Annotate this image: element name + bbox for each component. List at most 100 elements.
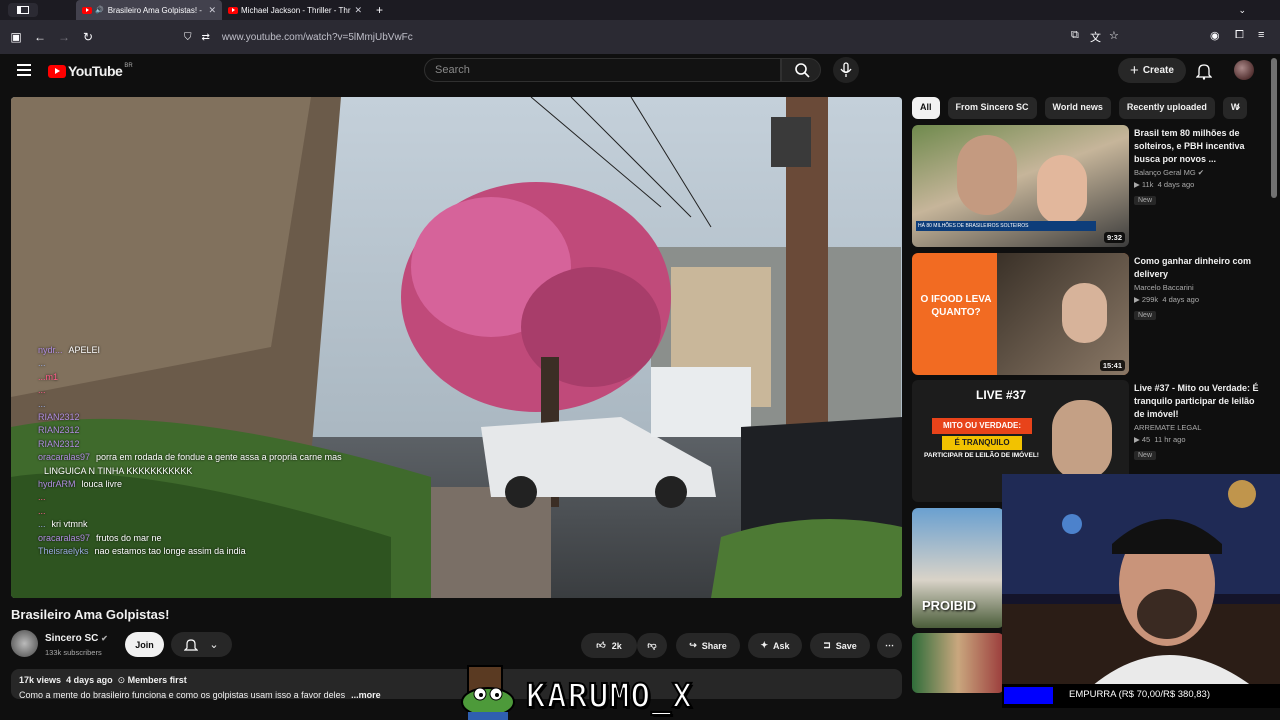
close-tab-icon[interactable]: ✕ bbox=[354, 5, 362, 16]
rec-channel[interactable]: Marcelo Baccarini bbox=[1134, 283, 1194, 292]
search-button[interactable] bbox=[781, 58, 821, 82]
list-item[interactable]: O IFOOD LEVA QUANTO? 15:41 Como ganhar d… bbox=[912, 253, 1272, 375]
youtube-header: YouTube BR Search + Create bbox=[0, 54, 1280, 88]
tab-list-icon[interactable]: ⌄ bbox=[1238, 5, 1246, 16]
address-bar[interactable]: ⛉ ⇄ www.youtube.com/watch?v=5lMmjUbVwFc bbox=[174, 25, 1134, 49]
channel-avatar[interactable] bbox=[11, 630, 38, 657]
more-link[interactable]: ...more bbox=[351, 690, 381, 700]
video-player[interactable]: nydr... APELEI... ...m1...... RIAN2312 RIAN2… bbox=[11, 97, 902, 598]
chat-username: hydrARM bbox=[38, 479, 76, 490]
new-badge: New bbox=[1134, 196, 1157, 205]
chat-text: kri vtmnk bbox=[51, 519, 88, 530]
extensions-icon[interactable]: ⧠ bbox=[1235, 29, 1244, 42]
browser-toolbar: ▣ ← → ↻ ⛉ ⇄ www.youtube.com/watch?v=5lMm… bbox=[0, 20, 1280, 54]
hamburger-menu-icon[interactable] bbox=[17, 64, 31, 76]
share-button[interactable]: ↪ Share bbox=[676, 633, 740, 658]
ask-button[interactable]: ✦ Ask bbox=[748, 633, 802, 658]
create-label: Create bbox=[1142, 65, 1174, 76]
thumbs-down-icon: 👎︎ bbox=[647, 640, 657, 650]
more-actions-button[interactable]: ⋯ bbox=[877, 633, 902, 658]
voice-search-button[interactable] bbox=[833, 57, 859, 83]
thumbnail-caption: LIVE #37 bbox=[976, 388, 1027, 402]
user-avatar[interactable] bbox=[1234, 60, 1254, 80]
chevron-right-icon[interactable]: › bbox=[1236, 99, 1240, 114]
country-code: BR bbox=[124, 63, 133, 69]
video-thumbnail[interactable] bbox=[912, 633, 1004, 693]
video-thumbnail[interactable]: HÁ 80 MILHÕES DE BRASILEIROS SOLTEIROS 9… bbox=[912, 125, 1129, 247]
ask-label: Ask bbox=[773, 640, 790, 651]
description-box[interactable]: 17k views 4 days ago ⊙ Members first Com… bbox=[11, 669, 902, 700]
rec-channel[interactable]: Balanço Geral MG bbox=[1134, 168, 1196, 177]
shield-icon[interactable]: ⛉ bbox=[184, 32, 192, 43]
rec-channel[interactable]: ARREMATE LEGAL bbox=[1134, 423, 1201, 432]
subscribe-notifications-button[interactable]: ⌄ bbox=[171, 632, 232, 657]
subscriber-count: 133k subscribers bbox=[45, 648, 102, 657]
rec-title[interactable]: Live #37 - Mito ou Verdade: É tranquilo … bbox=[1134, 382, 1264, 421]
rec-title[interactable]: Brasil tem 80 milhões de solteiros, e PB… bbox=[1134, 127, 1264, 166]
permissions-icon[interactable]: ⇄ bbox=[202, 32, 210, 43]
chip-from-channel[interactable]: From Sincero SC bbox=[947, 97, 1037, 119]
channel-name[interactable]: Sincero SC ✔ bbox=[45, 633, 108, 644]
chip-world-news[interactable]: World news bbox=[1044, 97, 1111, 119]
forward-icon[interactable]: → bbox=[52, 30, 76, 44]
chip-recently-uploaded[interactable]: Recently uploaded bbox=[1118, 97, 1215, 119]
tab-active[interactable]: 🔊 Brasileiro Ama Golpistas! - ✕ bbox=[76, 0, 222, 20]
youtube-play-icon bbox=[48, 64, 66, 78]
sidebar-icon[interactable]: ▣ bbox=[4, 30, 28, 44]
thumbnail-caption-sub: MITO OU VERDADE: bbox=[932, 418, 1032, 434]
donation-goal-bar: EMPURRA (R$ 70,00/R$ 380,83) bbox=[1002, 684, 1280, 708]
translate-icon[interactable]: 文 bbox=[1090, 29, 1101, 45]
back-icon[interactable]: ← bbox=[28, 30, 52, 44]
sidebar-toggle-icon[interactable] bbox=[8, 3, 38, 17]
new-badge: New bbox=[1134, 451, 1157, 460]
rec-title[interactable]: Como ganhar dinheiro com delivery bbox=[1134, 255, 1264, 281]
rec-age: 4 days ago bbox=[1157, 180, 1195, 189]
chat-message: RIAN2312 bbox=[38, 411, 342, 424]
join-button[interactable]: Join bbox=[125, 632, 164, 657]
webcam-overlay bbox=[1002, 474, 1280, 686]
picture-in-picture-icon[interactable]: ⧉ bbox=[1071, 29, 1079, 42]
speaker-icon[interactable]: 🔊 bbox=[95, 6, 104, 14]
tab-inactive[interactable]: Michael Jackson - Thriller - Thr ✕ bbox=[222, 0, 368, 20]
dislike-button[interactable]: 👎︎ bbox=[637, 633, 667, 658]
notifications-button[interactable] bbox=[1195, 62, 1213, 85]
chat-message: hydrARM louca livre bbox=[38, 478, 342, 491]
create-button[interactable]: + Create bbox=[1118, 58, 1186, 83]
reload-icon[interactable]: ↻ bbox=[76, 30, 100, 44]
video-title: Brasileiro Ama Golpistas! bbox=[11, 607, 170, 622]
menu-icon[interactable]: ≡ bbox=[1258, 29, 1264, 41]
share-label: Share bbox=[701, 640, 727, 651]
brand-text: KARUMO_X bbox=[525, 675, 693, 716]
youtube-logo[interactable]: YouTube BR bbox=[48, 63, 133, 79]
streamer-logo: KARUMO_X bbox=[458, 664, 758, 720]
view-count: 17k views bbox=[19, 675, 62, 685]
chat-username: ... bbox=[38, 398, 46, 409]
list-item[interactable]: HÁ 80 MILHÕES DE BRASILEIROS SOLTEIROS 9… bbox=[912, 125, 1272, 247]
page-scrollbar[interactable] bbox=[1271, 58, 1277, 198]
close-tab-icon[interactable]: ✕ bbox=[208, 5, 216, 16]
chat-message: ... bbox=[38, 491, 342, 504]
chat-username: ...m1 bbox=[38, 371, 59, 382]
new-tab-icon[interactable]: + bbox=[376, 3, 383, 17]
chat-message: ... bbox=[38, 384, 342, 397]
thumbs-up-icon: 👍︎ bbox=[596, 640, 606, 650]
bookmark-icon: ⊐ bbox=[823, 640, 831, 650]
video-thumbnail[interactable]: PROIBID bbox=[912, 508, 1004, 628]
bookmark-star-icon[interactable]: ☆ bbox=[1109, 29, 1119, 42]
url-text[interactable]: www.youtube.com/watch?v=5lMmjUbVwFc bbox=[222, 32, 413, 43]
channel-name-text[interactable]: Sincero SC bbox=[45, 633, 98, 644]
sparkle-icon: ✦ bbox=[760, 640, 769, 650]
chat-text: louca livre bbox=[81, 479, 123, 490]
chat-username: ... bbox=[38, 492, 46, 503]
like-count: 2k bbox=[611, 640, 622, 651]
save-label: Save bbox=[835, 640, 857, 651]
like-button[interactable]: 👍︎ 2k bbox=[581, 633, 637, 658]
chat-message: ... bbox=[38, 505, 342, 518]
chat-text: frutos do mar ne bbox=[96, 532, 162, 543]
search-input[interactable]: Search bbox=[424, 58, 781, 82]
save-button[interactable]: ⊐ Save bbox=[810, 633, 870, 658]
account-icon[interactable]: ◉ bbox=[1210, 29, 1220, 42]
chip-all[interactable]: All bbox=[912, 97, 940, 119]
more-icon: ⋯ bbox=[885, 640, 894, 650]
video-thumbnail[interactable]: O IFOOD LEVA QUANTO? 15:41 bbox=[912, 253, 1129, 375]
